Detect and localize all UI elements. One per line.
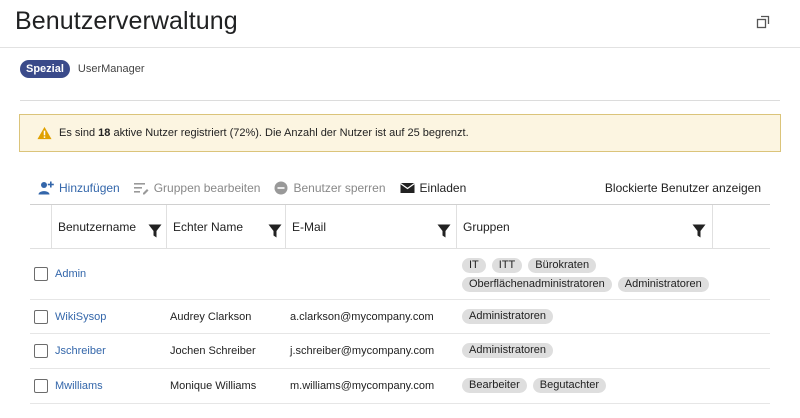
toolbar: Hinzufügen Gruppen bearbeiten Benutzer s… — [30, 176, 770, 200]
group-chip: Administratoren — [617, 277, 709, 292]
column-email[interactable]: E-Mail — [285, 205, 456, 249]
username-link[interactable]: Jschreiber — [55, 345, 106, 357]
divider — [20, 100, 780, 101]
edit-groups-button[interactable]: Gruppen bearbeiten — [133, 181, 260, 195]
table-row[interactable]: Mwilliams Monique Williams m.williams@my… — [30, 369, 770, 404]
namespace-badge[interactable]: Spezial — [20, 60, 70, 78]
email-cell: j.schreiber@mycompany.com — [290, 345, 435, 357]
row-checkbox[interactable] — [34, 267, 48, 281]
group-chips: IT ITT Bürokraten Oberflächenadministrat… — [462, 258, 722, 296]
username-link[interactable]: Mwilliams — [55, 380, 103, 392]
user-limit-notice: Es sind 18 aktive Nutzer registriert (72… — [19, 114, 781, 152]
filter-icon[interactable] — [692, 224, 706, 238]
filter-icon[interactable] — [437, 224, 451, 238]
envelope-icon — [399, 183, 415, 193]
email-cell: a.clarkson@mycompany.com — [290, 311, 434, 323]
group-chips: Bearbeiter Begutachter — [462, 378, 722, 397]
collapse-icon[interactable] — [756, 15, 770, 29]
group-chip: Administratoren — [462, 309, 554, 324]
active-user-count: 18 — [98, 127, 111, 139]
row-checkbox[interactable] — [34, 310, 48, 324]
row-checkbox[interactable] — [34, 344, 48, 358]
group-chips: Administratoren — [462, 309, 722, 328]
group-chip: Bürokraten — [528, 258, 597, 273]
table-row[interactable]: Jschreiber Jochen Schreiber j.schreiber@… — [30, 334, 770, 369]
group-chip: Begutachter — [532, 378, 607, 393]
add-user-button[interactable]: Hinzufügen — [38, 181, 120, 195]
column-groups[interactable]: Gruppen — [456, 205, 712, 249]
username-link[interactable]: Admin — [55, 268, 86, 280]
table-row[interactable]: Admin IT ITT Bürokraten Oberflächenadmin… — [30, 249, 770, 300]
page-header: Benutzerverwaltung — [0, 0, 800, 48]
breadcrumb-page: UserManager — [77, 63, 145, 75]
notice-text: Es sind 18 aktive Nutzer registriert (72… — [59, 127, 469, 139]
group-chip: Oberflächenadministratoren — [462, 277, 612, 292]
realname-cell: Audrey Clarkson — [170, 311, 252, 323]
show-blocked-users-button[interactable]: Blockierte Benutzer anzeigen — [605, 181, 761, 195]
breadcrumb: Spezial UserManager — [20, 59, 145, 79]
group-chip: Administratoren — [462, 343, 554, 358]
invite-button[interactable]: Einladen — [399, 181, 466, 195]
table-row[interactable]: WikiSysop Audrey Clarkson a.clarkson@myc… — [30, 300, 770, 334]
column-spacer — [712, 205, 770, 249]
filter-icon[interactable] — [148, 224, 162, 238]
edit-list-icon — [133, 182, 149, 194]
group-chip: IT — [462, 258, 486, 273]
block-user-button[interactable]: Benutzer sperren — [274, 181, 386, 195]
group-chips: Administratoren — [462, 343, 722, 362]
table-header: Benutzername Echter Name E-Mail Gruppen — [30, 205, 770, 249]
group-chip: ITT — [491, 258, 523, 273]
block-icon — [274, 181, 288, 195]
username-link[interactable]: WikiSysop — [55, 311, 106, 323]
user-table: Benutzername Echter Name E-Mail Gruppen … — [30, 204, 770, 404]
group-chip: Bearbeiter — [462, 378, 527, 393]
add-user-icon — [38, 181, 54, 195]
realname-cell: Jochen Schreiber — [170, 345, 256, 357]
filter-icon[interactable] — [268, 224, 282, 238]
warning-icon — [37, 126, 52, 140]
realname-cell: Monique Williams — [170, 380, 257, 392]
page-title: Benutzerverwaltung — [15, 7, 238, 35]
email-cell: m.williams@mycompany.com — [290, 380, 435, 392]
row-checkbox[interactable] — [34, 379, 48, 393]
